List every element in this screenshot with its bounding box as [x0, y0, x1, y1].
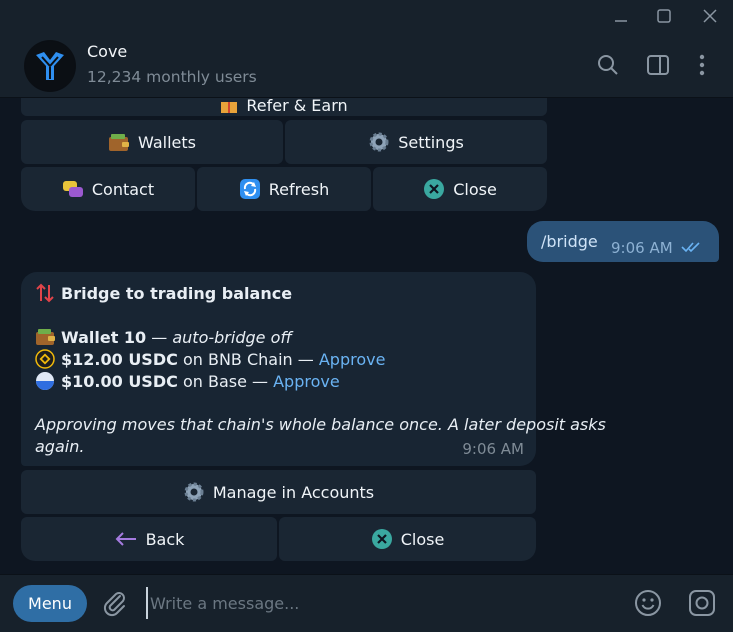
close-label: Close [453, 179, 497, 199]
search-icon [598, 55, 618, 75]
message-title: Bridge to trading balance [35, 283, 292, 303]
close-icon [703, 9, 717, 23]
attach-button[interactable] [100, 588, 130, 618]
refer-earn-button[interactable]: Refer & Earn [21, 98, 547, 116]
approve-bnb-link[interactable]: Approve [319, 350, 386, 369]
maximize-icon [657, 9, 671, 23]
wallet-separator: — [146, 328, 173, 347]
chat-title: Cove [87, 42, 128, 61]
manage-accounts-label: Manage in Accounts [212, 482, 375, 502]
note-line-2: again. [35, 437, 85, 456]
refresh-button[interactable]: Refresh [197, 167, 371, 211]
wallet-name: Wallet 10 [61, 328, 147, 347]
outgoing-text: /bridge [541, 232, 598, 251]
menu-button[interactable]: Menu [13, 585, 87, 622]
wallet-line: Wallet 10 — auto-bridge off [35, 327, 292, 347]
close-button[interactable]: Close [373, 167, 547, 211]
wallets-button[interactable]: Wallets [21, 120, 283, 164]
note-line-1: Approving moves that chain's whole balan… [35, 415, 606, 434]
sidebar-toggle-button[interactable] [645, 52, 671, 78]
incoming-time: 9:06 AM [462, 440, 524, 458]
minimize-button[interactable] [608, 6, 634, 26]
message-title-text: Bridge to trading balance [61, 284, 293, 303]
base-chain: on Base — [177, 372, 274, 391]
settings-label: Settings [398, 132, 464, 152]
avatar[interactable] [24, 40, 76, 92]
gift-icon [221, 102, 238, 113]
back-label: Back [145, 529, 185, 549]
bnb-line: $12.00 USDC on BNB Chain — Approve [35, 349, 385, 369]
close-circle-icon [371, 529, 392, 549]
double-check-icon [681, 242, 700, 253]
wallet-icon [109, 134, 130, 151]
chat-subtitle: 12,234 monthly users [87, 68, 257, 86]
base-amount: $10.00 USDC [61, 372, 178, 391]
smile-icon [635, 590, 661, 616]
search-button[interactable] [595, 52, 621, 78]
arrow-left-icon [115, 532, 136, 546]
gear-icon [184, 482, 204, 502]
contact-label: Contact [91, 179, 155, 199]
close-circle-icon [424, 179, 445, 199]
emoji-button[interactable] [633, 588, 663, 618]
contact-button[interactable]: Contact [21, 167, 195, 211]
paperclip-icon [103, 592, 125, 617]
back-button[interactable]: Back [21, 517, 277, 561]
window-close-button[interactable] [697, 6, 723, 26]
wallets-label: Wallets [138, 132, 196, 152]
minimize-icon [615, 20, 627, 22]
outgoing-time: 9:06 AM [611, 239, 673, 257]
manage-accounts-button[interactable]: Manage in Accounts [21, 470, 536, 514]
incoming-message[interactable]: Bridge to trading balance Wallet 10 — au… [21, 272, 606, 466]
settings-button[interactable]: Settings [285, 120, 547, 164]
sidebar-icon [647, 55, 669, 75]
close-bottom-label: Close [400, 529, 445, 549]
refer-earn-label: Refer & Earn [246, 98, 348, 115]
chat-header: Cove 12,234 monthly users [0, 32, 733, 98]
up-down-arrows-icon [36, 283, 54, 303]
more-options-button[interactable] [689, 52, 715, 78]
refresh-label: Refresh [268, 179, 330, 199]
speech-bubbles-icon [62, 181, 83, 197]
maximize-button[interactable] [651, 6, 677, 26]
base-chain-icon [36, 372, 54, 390]
bnb-chain: on BNB Chain — [177, 350, 319, 369]
outgoing-message[interactable]: /bridge 9:06 AM [527, 221, 719, 262]
bot-logo-icon [25, 41, 75, 91]
approve-base-link[interactable]: Approve [273, 372, 340, 391]
refresh-icon [239, 179, 260, 199]
gear-icon [369, 132, 389, 152]
window-titlebar [0, 0, 733, 32]
camera-round-icon [689, 590, 715, 616]
composer: Menu [0, 574, 733, 632]
wallet-icon [36, 329, 55, 345]
wallet-status: auto-bridge off [172, 328, 292, 347]
close-bottom-button[interactable]: Close [279, 517, 536, 561]
more-vertical-icon [699, 54, 705, 76]
video-message-button[interactable] [687, 588, 717, 618]
base-line: $10.00 USDC on Base — Approve [35, 371, 340, 391]
message-area[interactable]: Refer & Earn Wallets Settings Contact Re… [0, 98, 733, 574]
message-input[interactable] [146, 587, 606, 619]
bnb-amount: $12.00 USDC [61, 350, 178, 369]
bnb-chain-icon [35, 349, 55, 369]
